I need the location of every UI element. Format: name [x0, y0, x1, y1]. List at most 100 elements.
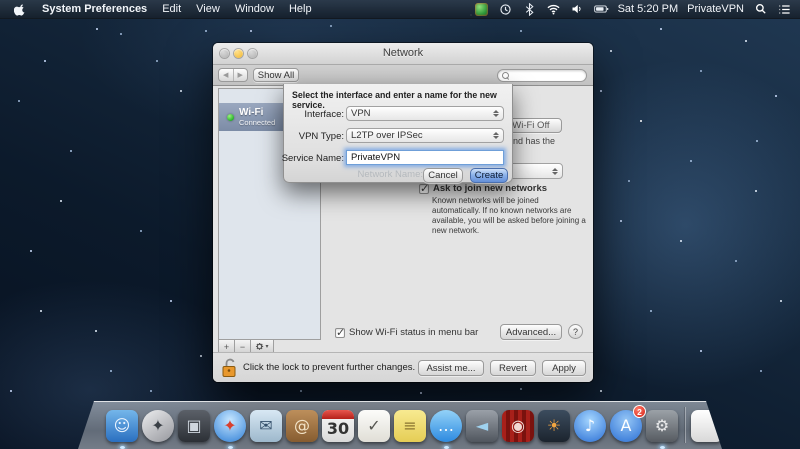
dock-item-app-store[interactable]: A2 — [609, 405, 646, 443]
show-all-button[interactable]: Show All — [253, 68, 299, 82]
safari-glyph: ✦ — [223, 416, 237, 435]
dock-item-notes[interactable]: ≡ — [393, 409, 427, 443]
cancel-button[interactable]: Cancel — [423, 168, 463, 183]
time-machine-icon[interactable] — [498, 2, 513, 17]
lock-hint-text: Click the lock to prevent further change… — [243, 362, 416, 373]
popup-stepper-icon — [493, 132, 499, 139]
gear-dropdown-arrow: ▾ — [265, 344, 269, 350]
service-name: Wi-Fi — [239, 106, 264, 118]
notes-glyph: ≡ — [403, 416, 417, 435]
itunes-icon: ♪ — [574, 410, 606, 442]
show-wifi-status-row: Show Wi-Fi status in menu bar — [335, 326, 478, 339]
reminders-icon: ✓ — [358, 410, 390, 442]
calendar-red-strip — [322, 410, 354, 419]
mission-control-glyph: ▣ — [186, 416, 202, 435]
launchpad-glyph: ✦ — [151, 416, 165, 435]
interface-label: Interface: — [304, 109, 344, 120]
spotlight-icon[interactable] — [753, 2, 768, 17]
dock-item-finder[interactable]: ☺ — [105, 409, 139, 449]
vpn-type-value: L2TP over IPSec — [351, 130, 423, 141]
desktop: System Preferences Edit View Window Help — [0, 0, 800, 449]
reminders-glyph: ✓ — [367, 416, 381, 435]
dock-item-reminders[interactable]: ✓ — [357, 409, 391, 443]
notification-center-icon[interactable] — [777, 2, 792, 17]
dock-item-messages[interactable]: … — [429, 409, 463, 449]
dock: ☺ ✦ ▣ ✦ ✉ @30 ✓ ≡ … ◄ ◉ ☀ ♪ A 2 ⚙ — [78, 401, 722, 449]
search-input[interactable] — [497, 69, 587, 82]
dock-item-calendar[interactable]: 30 — [321, 409, 355, 443]
finder-icon: ☺ — [106, 410, 138, 442]
notes-icon: ≡ — [394, 410, 426, 442]
dock-item-trash[interactable] — [726, 409, 760, 443]
interface-value: VPN — [351, 108, 371, 119]
ask-to-join-description: Known networks will be joined automatica… — [432, 196, 586, 235]
new-service-sheet: Select the interface and enter a name fo… — [282, 84, 513, 183]
mission-control-icon: ▣ — [178, 410, 210, 442]
ask-to-join-row: Ask to join new networks — [419, 182, 548, 195]
iphoto-glyph: ☀ — [546, 416, 562, 435]
documents-icon — [691, 410, 722, 442]
dock-item-facetime[interactable]: ◄ — [465, 409, 499, 443]
dock-item-mission-control[interactable]: ▣ — [177, 409, 211, 443]
apple-menu-icon[interactable] — [12, 2, 27, 17]
menu-clock[interactable]: Sat 5:20 PM — [618, 3, 679, 15]
window-title: Network — [382, 47, 424, 59]
interface-popup[interactable]: VPN — [346, 106, 504, 121]
menu-item-view[interactable]: View — [196, 3, 220, 15]
dock-item-mail[interactable]: ✉ — [249, 409, 283, 443]
calendar-glyph: 30 — [326, 419, 350, 438]
contacts-glyph: @ — [294, 416, 310, 435]
battery-icon[interactable] — [593, 2, 609, 17]
dock-item-itunes[interactable]: ♪ — [573, 409, 607, 443]
contacts-icon: @ — [286, 410, 318, 442]
safari-icon: ✦ — [214, 410, 246, 442]
vpn-app-icon[interactable] — [474, 2, 489, 17]
dock-item-contacts[interactable]: @ — [285, 409, 319, 443]
assist-me-button[interactable]: Assist me... — [418, 360, 484, 376]
dock-item-safari[interactable]: ✦ — [213, 409, 247, 449]
system-preferences-glyph: ⚙ — [654, 416, 670, 435]
menu-item-window[interactable]: Window — [235, 3, 274, 15]
unlocked-lock-icon[interactable] — [221, 357, 239, 378]
window-footer: Click the lock to prevent further change… — [213, 352, 593, 382]
ask-to-join-label: Ask to join new networks — [433, 183, 548, 194]
dock-item-documents[interactable] — [690, 409, 722, 443]
dock-item-launchpad[interactable]: ✦ — [141, 409, 175, 443]
wifi-icon[interactable] — [546, 2, 561, 17]
system-preferences-icon: ⚙ — [646, 410, 678, 442]
create-button[interactable]: Create — [470, 168, 508, 183]
menu-item-edit[interactable]: Edit — [162, 3, 181, 15]
facetime-glyph: ◄ — [475, 416, 489, 435]
bluetooth-icon[interactable] — [522, 2, 537, 17]
itunes-glyph: ♪ — [584, 416, 596, 435]
volume-icon[interactable] — [570, 2, 585, 17]
advanced-button[interactable]: Advanced... — [500, 324, 562, 340]
vpn-type-popup[interactable]: L2TP over IPSec — [346, 128, 504, 143]
apply-button[interactable]: Apply — [542, 360, 586, 376]
app-store-glyph: A — [620, 416, 632, 435]
back-button[interactable]: ◀ — [219, 69, 234, 81]
service-name-value: PrivateVPN — [351, 152, 401, 163]
dock-item-iphoto[interactable]: ☀ — [537, 409, 571, 443]
back-forward-control[interactable]: ◀ ▶ — [218, 68, 248, 82]
launchpad-icon: ✦ — [142, 410, 174, 442]
calendar-icon: 30 — [322, 410, 354, 442]
dock-item-system-preferences[interactable]: ⚙ — [645, 409, 679, 449]
menu-item-app[interactable]: System Preferences — [42, 3, 147, 15]
title-bar[interactable]: Network — [213, 43, 593, 65]
ask-to-join-checkbox[interactable] — [419, 182, 429, 195]
forward-button[interactable]: ▶ — [234, 69, 248, 81]
dock-item-photo-booth[interactable]: ◉ — [501, 409, 535, 443]
ghost-network-name-label: Network Name: — [357, 169, 423, 180]
vpn-status-label[interactable]: PrivateVPN — [687, 3, 744, 15]
help-button[interactable]: ? — [568, 324, 583, 339]
finder-glyph: ☺ — [113, 416, 131, 435]
service-name-label: Service Name: — [281, 153, 344, 164]
revert-button[interactable]: Revert — [490, 360, 536, 376]
photo-booth-icon: ◉ — [502, 410, 534, 442]
vpn-type-label: VPN Type: — [298, 131, 344, 142]
service-name-input[interactable]: PrivateVPN — [346, 150, 504, 165]
gear-icon — [256, 342, 264, 350]
menu-item-help[interactable]: Help — [289, 3, 312, 15]
show-wifi-status-checkbox[interactable] — [335, 326, 345, 339]
